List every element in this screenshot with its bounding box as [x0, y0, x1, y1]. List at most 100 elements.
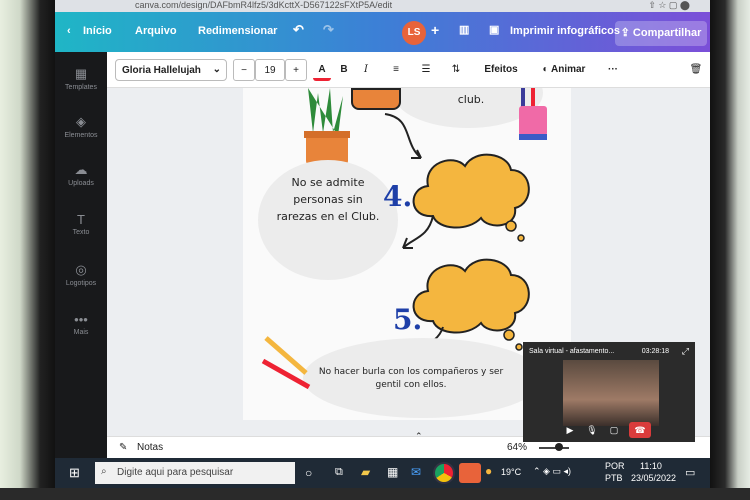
- notes-icon[interactable]: ✎: [119, 442, 127, 453]
- rail-item-uploads[interactable]: ☁ Uploads: [55, 162, 107, 187]
- arrow-illustration: [402, 215, 434, 249]
- windows-taskbar: ⊞ ⌕ Digite aqui para pesquisar ○ ⧉ ▰ ▦ ✉…: [55, 458, 710, 488]
- monitor-bezel-left: [0, 0, 55, 500]
- speech-bubble-illustration[interactable]: [351, 88, 401, 110]
- clock-time[interactable]: 11:10: [640, 461, 662, 471]
- search-icon: ⌕: [101, 466, 107, 477]
- print-button[interactable]: Imprimir infográficos: [510, 25, 620, 37]
- monitor-bezel-right: [710, 0, 750, 500]
- rail-item-elements[interactable]: ◈ Elementos: [55, 114, 107, 139]
- rule-4-text[interactable]: No se admite personas sin rarezas en el …: [273, 174, 383, 225]
- text-toolbar: Gloria Hallelujah ⌄ − 19 + A B I ≡ ☰ ⇅ E…: [107, 52, 710, 88]
- video-call-timer: 03:28:18: [641, 348, 669, 355]
- taskbar-search-placeholder: Digite aqui para pesquisar: [117, 467, 234, 478]
- align-center-icon[interactable]: ≡: [387, 59, 405, 81]
- text-icon: T: [77, 212, 85, 227]
- chevron-up-icon[interactable]: ⌃: [415, 431, 423, 442]
- font-family-dropdown[interactable]: Gloria Hallelujah ⌄: [115, 59, 227, 81]
- side-panel-rail: ▦ Templates ◈ Elementos ☁ Uploads T Texto ◎ L…: [55, 52, 107, 488]
- font-family-value: Gloria Hallelujah: [122, 65, 201, 76]
- participant-video: [563, 360, 659, 426]
- rail-item-logos[interactable]: ◎ Logotipos: [55, 262, 107, 287]
- zoom-level[interactable]: 64%: [507, 442, 527, 453]
- screen-share-icon[interactable]: ▢: [605, 422, 623, 438]
- zoom-slider-handle[interactable]: [555, 443, 563, 451]
- pencil-cup-illustration[interactable]: [515, 88, 551, 148]
- editor-header: ‹ Início Arquivo Redimensionar ↶ ↷ LS + …: [55, 12, 710, 52]
- avatar[interactable]: LS: [402, 21, 426, 45]
- end-call-button[interactable]: ☎: [629, 422, 651, 438]
- rule-5-text[interactable]: No hacer burla con los compañeros y ser …: [311, 366, 511, 392]
- app-icon[interactable]: [459, 463, 481, 483]
- plant-illustration[interactable]: [298, 88, 358, 168]
- elements-icon: ◈: [76, 114, 86, 129]
- print-icon[interactable]: ▣: [489, 23, 499, 36]
- animate-button[interactable]: ◐ Animar: [535, 59, 593, 81]
- rail-item-more[interactable]: ••• Mais: [55, 312, 107, 336]
- video-call-title: Sala virtual - afastamento...: [529, 348, 615, 355]
- notes-button[interactable]: Notas: [137, 442, 163, 453]
- undo-icon[interactable]: ↶: [293, 22, 304, 38]
- pencils-illustration[interactable]: [261, 333, 321, 393]
- notifications-icon[interactable]: ▭: [685, 466, 695, 479]
- chevron-down-icon: ⌄: [212, 64, 221, 75]
- add-collaborator-icon[interactable]: +: [431, 22, 439, 38]
- clock-date[interactable]: 23/05/2022: [631, 473, 676, 483]
- spacing-icon[interactable]: ⇅: [447, 59, 465, 81]
- task-view-icon[interactable]: ⧉: [335, 466, 343, 479]
- windows-start-icon[interactable]: ⊞: [69, 465, 80, 481]
- more-options-icon[interactable]: ···: [603, 59, 623, 81]
- camera-icon[interactable]: ▶: [561, 422, 579, 438]
- video-call-window[interactable]: Sala virtual - afastamento... 03:28:18 ⤢…: [523, 342, 695, 442]
- effects-button[interactable]: Efeitos: [479, 59, 523, 81]
- store-icon[interactable]: ▦: [387, 465, 398, 479]
- expand-icon[interactable]: ⤢: [682, 346, 689, 357]
- chrome-icon[interactable]: [433, 462, 455, 484]
- resize-button[interactable]: Redimensionar: [198, 25, 277, 37]
- url-text: canva.com/design/DAFbmR4lfz5/3dKcttX-D56…: [135, 0, 393, 10]
- templates-icon: ▦: [74, 66, 88, 81]
- design-page[interactable]: club. No se admite personas sin rarezas …: [243, 88, 571, 420]
- input-language[interactable]: POR: [605, 461, 625, 471]
- screen: canva.com/design/DAFbmR4lfz5/3dKcttX-D56…: [55, 0, 710, 488]
- share-icon: ⇪: [620, 27, 633, 39]
- share-button[interactable]: ⇪ Compartilhar: [615, 21, 707, 46]
- browser-extensions-icon[interactable]: ⇧ ☆ ▢ ⬤: [648, 0, 690, 10]
- tray-icons[interactable]: ⌃ ◈ ▭ ◂): [533, 466, 571, 477]
- animate-icon: ◐: [542, 64, 551, 75]
- cortana-icon[interactable]: ○: [305, 466, 312, 480]
- weather-icon[interactable]: ●: [485, 464, 492, 478]
- redo-icon[interactable]: ↷: [323, 22, 334, 38]
- font-size-input[interactable]: 19: [255, 59, 285, 81]
- share-label: Compartilhar: [632, 27, 702, 39]
- monitor-frame: canva.com/design/DAFbmR4lfz5/3dKcttX-D56…: [0, 0, 750, 500]
- text-color-icon[interactable]: A: [313, 59, 331, 81]
- font-size-decrease-button[interactable]: −: [233, 59, 255, 81]
- animate-label: Animar: [551, 64, 586, 75]
- italic-icon[interactable]: I: [357, 59, 375, 81]
- mic-off-icon[interactable]: 🎙: [583, 422, 601, 438]
- list-icon[interactable]: ☰: [417, 59, 435, 81]
- insights-icon[interactable]: ▥: [459, 23, 469, 36]
- trash-icon[interactable]: 🗑: [687, 59, 705, 81]
- monitor-bottom-bezel: [0, 488, 750, 500]
- mail-icon[interactable]: ✉: [411, 465, 421, 479]
- browser-address-bar[interactable]: canva.com/design/DAFbmR4lfz5/3dKcttX-D56…: [55, 0, 710, 12]
- taskbar-search-box[interactable]: ⌕ Digite aqui para pesquisar: [95, 462, 295, 484]
- logo-icon: ◎: [75, 262, 87, 277]
- home-button[interactable]: Início: [83, 25, 112, 37]
- file-explorer-icon[interactable]: ▰: [361, 465, 370, 479]
- rail-item-text[interactable]: T Texto: [55, 212, 107, 236]
- club-text[interactable]: club.: [451, 93, 491, 106]
- zoom-slider[interactable]: [539, 447, 569, 449]
- font-size-increase-button[interactable]: +: [285, 59, 307, 81]
- rail-item-templates[interactable]: ▦ Templates: [55, 66, 107, 91]
- more-icon: •••: [74, 312, 88, 327]
- upload-icon: ☁: [74, 162, 88, 177]
- back-chevron-icon[interactable]: ‹: [67, 25, 71, 37]
- file-menu[interactable]: Arquivo: [135, 25, 177, 37]
- video-call-controls: ▶ 🎙 ▢ ☎: [561, 420, 661, 440]
- weather-temp[interactable]: 19°C: [501, 467, 521, 477]
- bold-icon[interactable]: B: [335, 59, 353, 81]
- input-language-layout[interactable]: PTB: [605, 473, 623, 483]
